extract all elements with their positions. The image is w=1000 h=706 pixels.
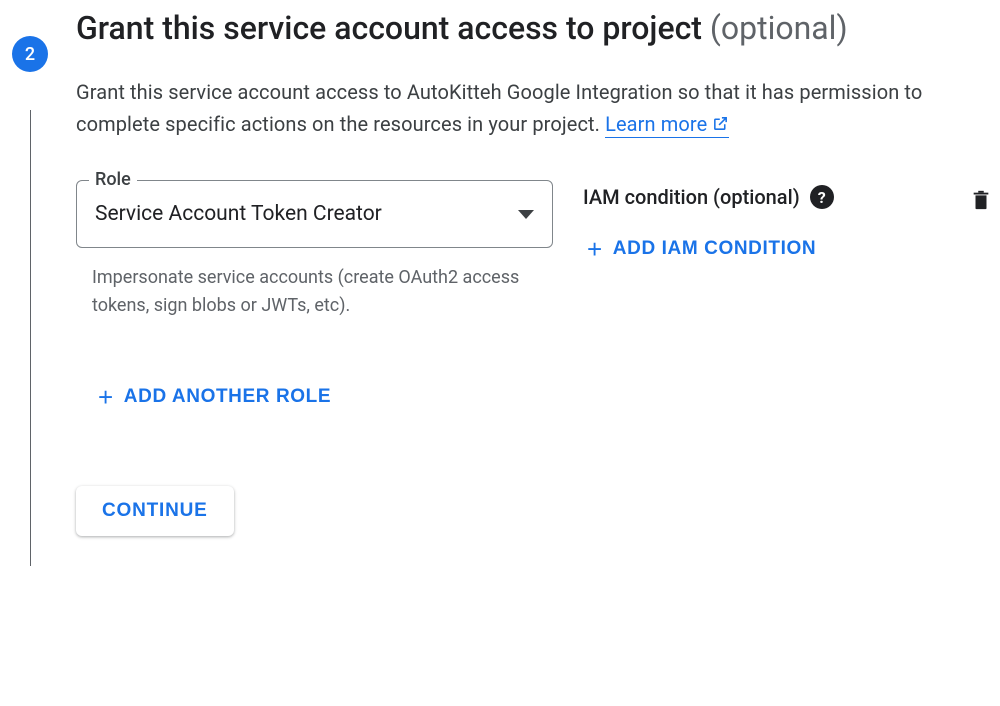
step-number-badge: 2 xyxy=(12,36,48,72)
role-helper-text: Impersonate service accounts (create OAu… xyxy=(76,264,553,320)
step-number: 2 xyxy=(25,44,35,65)
trash-icon[interactable] xyxy=(970,188,992,212)
external-link-icon xyxy=(712,109,729,141)
add-another-role-button[interactable]: + ADD ANOTHER ROLE xyxy=(94,376,335,418)
plus-icon: + xyxy=(98,384,114,410)
step-indicator-column: 2 xyxy=(0,8,60,566)
plus-icon: + xyxy=(587,236,603,262)
continue-label: CONTINUE xyxy=(102,500,208,521)
add-another-role-label: ADD ANOTHER ROLE xyxy=(124,386,331,408)
chevron-down-icon xyxy=(518,210,534,219)
step-connector-line xyxy=(30,110,31,566)
step-optional-label: (optional) xyxy=(710,9,848,47)
role-select[interactable]: Role Service Account Token Creator xyxy=(76,180,553,248)
description-text: Grant this service account access to Aut… xyxy=(76,80,922,136)
continue-button[interactable]: CONTINUE xyxy=(76,486,234,536)
help-icon[interactable]: ? xyxy=(810,185,834,209)
learn-more-link[interactable]: Learn more xyxy=(605,112,729,138)
add-iam-condition-button[interactable]: + ADD IAM CONDITION xyxy=(583,228,820,270)
step-heading: Grant this service account access to pro… xyxy=(76,8,994,48)
step-description: Grant this service account access to Aut… xyxy=(76,76,994,140)
add-iam-condition-label: ADD IAM CONDITION xyxy=(613,238,816,260)
role-select-label: Role xyxy=(89,169,137,190)
role-select-value: Service Account Token Creator xyxy=(95,202,518,226)
step-title: Grant this service account access to pro… xyxy=(76,9,702,47)
iam-condition-label: IAM condition (optional) xyxy=(583,185,800,209)
iam-condition-header: IAM condition (optional) ? xyxy=(583,185,834,209)
